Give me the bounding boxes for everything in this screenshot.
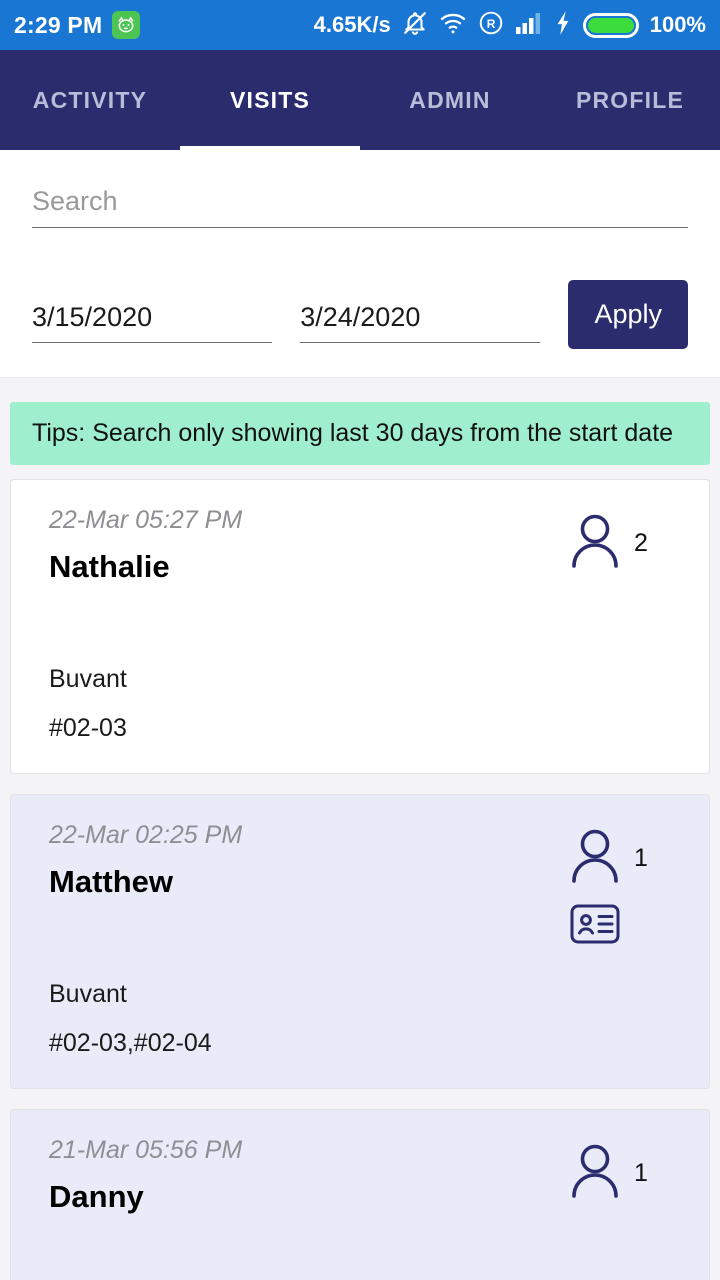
network-speed-label: 4.65K/s (313, 12, 391, 37)
visits-list: 22-Mar 05:27 PM Nathalie Buvant #02-03 2… (0, 465, 720, 1280)
visitor-count-row: 1 (568, 827, 654, 890)
person-icon (568, 827, 622, 890)
tips-banner: Tips: Search only showing last 30 days f… (10, 402, 710, 465)
signal-bars-icon (515, 11, 543, 40)
visit-timestamp: 22-Mar 02:25 PM (49, 821, 243, 849)
visit-rooms: #02-03,#02-04 (49, 1029, 212, 1057)
visit-card-main: 21-Mar 05:56 PM Danny (49, 1136, 551, 1280)
visit-card[interactable]: 22-Mar 02:25 PM Matthew Buvant #02-03,#0… (10, 794, 710, 1089)
visit-visitor-name: Nathalie (49, 549, 170, 584)
tab-activity[interactable]: ACTIVITY (0, 50, 180, 150)
visit-card-side: 1 (551, 1136, 671, 1280)
visit-rooms: #02-03 (49, 714, 127, 742)
visitor-count-row: 2 (568, 512, 654, 575)
tab-profile[interactable]: PROFILE (540, 50, 720, 150)
status-bar-left: 2:29 PM (14, 11, 141, 39)
id-card-badge[interactable] (570, 904, 620, 949)
svg-text:R: R (486, 16, 495, 30)
visitor-count: 1 (634, 1159, 648, 1187)
visit-card-side: 2 (551, 506, 671, 743)
status-bar-clock: 2:29 PM (14, 11, 103, 38)
apply-button[interactable]: Apply (568, 280, 689, 349)
tab-bar: ACTIVITY VISITS ADMIN PROFILE (0, 50, 720, 150)
cat-face-icon (112, 11, 141, 39)
tab-admin[interactable]: ADMIN (360, 50, 540, 150)
date-range-row: Apply (32, 280, 689, 349)
status-bar: 2:29 PM 4.65K/s R 100% (0, 0, 720, 50)
end-date-input[interactable] (300, 298, 541, 343)
visit-visitor-name: Danny (49, 1179, 144, 1214)
tab-visits[interactable]: VISITS (180, 50, 360, 150)
wifi-icon (439, 10, 467, 41)
visit-timestamp: 21-Mar 05:56 PM (49, 1136, 243, 1164)
person-icon (568, 512, 622, 575)
visitor-count: 2 (634, 529, 648, 557)
notifications-off-icon (402, 10, 428, 41)
search-input[interactable] (32, 180, 688, 228)
battery-icon (582, 12, 639, 38)
visit-card[interactable]: 21-Mar 05:56 PM Danny 1 (10, 1109, 710, 1280)
status-bar-right: 4.65K/s R 100% (314, 10, 706, 41)
visitor-count-row: 1 (568, 1142, 654, 1205)
visit-card-side: 1 (551, 821, 671, 1058)
visit-timestamp: 22-Mar 05:27 PM (49, 506, 243, 534)
person-icon (568, 1142, 622, 1205)
visitor-count: 1 (634, 844, 648, 872)
battery-percent-label: 100% (649, 12, 706, 37)
filter-panel: Apply (0, 150, 720, 378)
visit-place: Buvant (49, 980, 127, 1008)
charging-bolt-icon (554, 10, 572, 41)
visit-card-main: 22-Mar 02:25 PM Matthew Buvant #02-03,#0… (49, 821, 551, 1058)
visit-visitor-name: Matthew (49, 864, 173, 899)
visit-card[interactable]: 22-Mar 05:27 PM Nathalie Buvant #02-03 2 (10, 479, 710, 774)
start-date-input[interactable] (32, 298, 273, 343)
visit-place: Buvant (49, 665, 127, 693)
visit-card-main: 22-Mar 05:27 PM Nathalie Buvant #02-03 (49, 506, 551, 743)
roaming-icon: R (478, 10, 504, 41)
